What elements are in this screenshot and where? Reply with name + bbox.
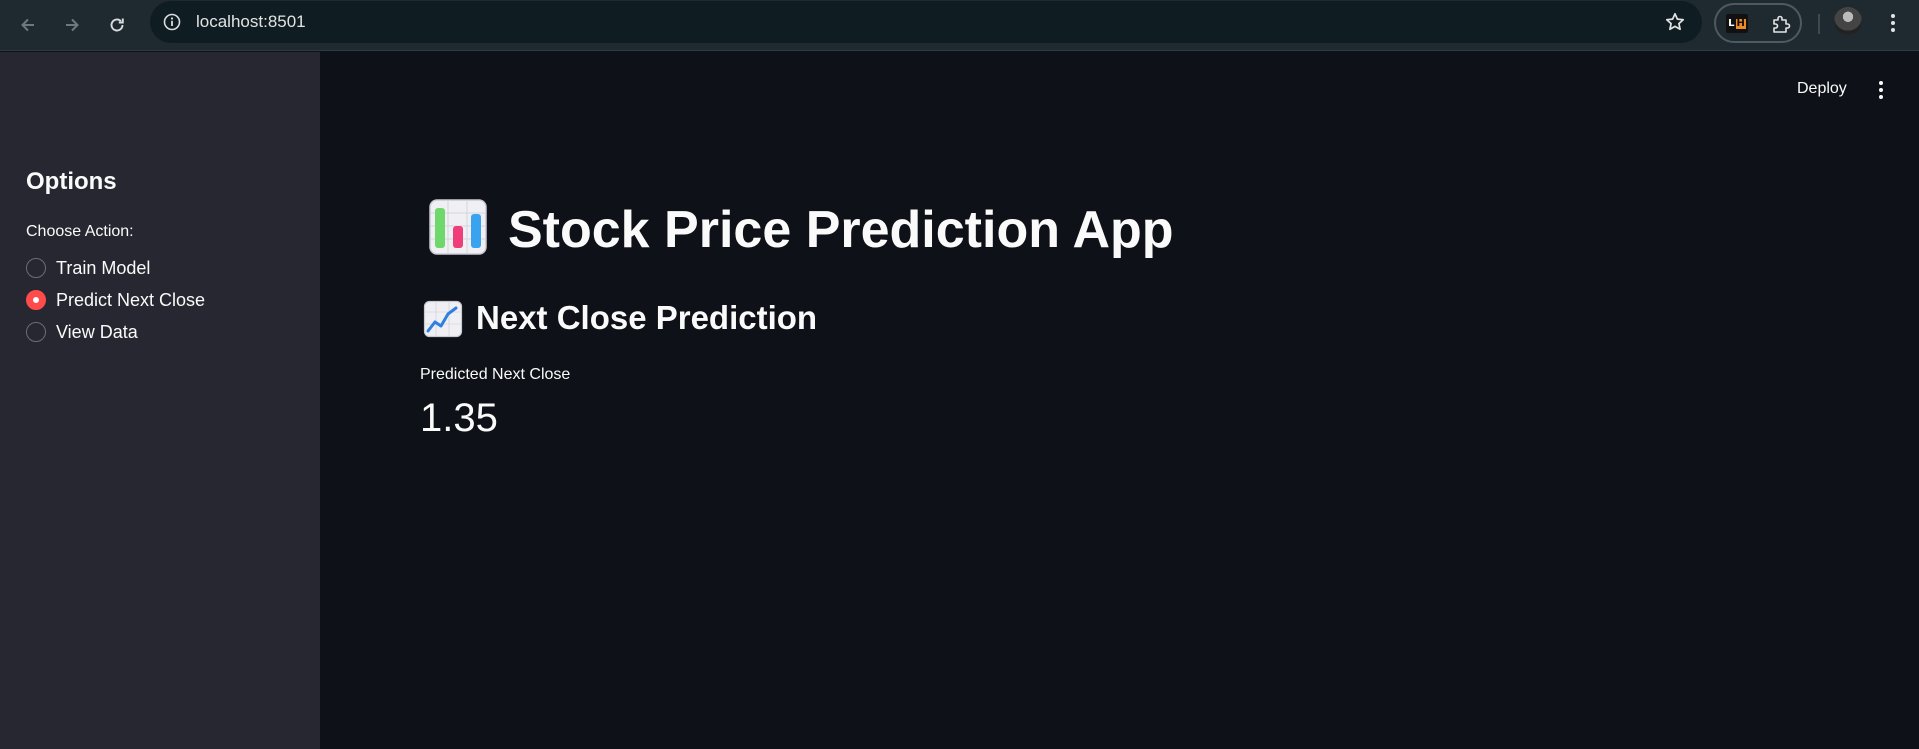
lighthouse-extension-icon[interactable]: LH [1726,14,1748,33]
arrow-left-icon [21,18,34,32]
radio-option-predict-next-close[interactable]: Predict Next Close [26,287,205,313]
radio-group-label: Choose Action: [26,223,134,240]
deploy-button[interactable]: Deploy [1797,80,1847,98]
radio-option-label: View Data [56,321,138,342]
bar-chart-icon [429,199,487,255]
extensions-puzzle-icon[interactable] [1770,13,1792,35]
browser-menu-icon[interactable] [1882,10,1904,36]
radio-option-label: Predict Next Close [56,289,206,310]
site-info-icon[interactable] [162,12,182,32]
page-title: Stock Price Prediction App [508,201,1174,259]
toolbar-divider [1818,14,1820,34]
arrow-right-icon [66,18,79,32]
sidebar [0,52,320,749]
radio-button-selected[interactable] [26,290,46,310]
reload-icon [110,18,124,32]
bookmark-star-icon[interactable] [1664,11,1686,33]
metric-label: Predicted Next Close [420,366,571,383]
address-bar[interactable]: localhost:8501 [150,1,1702,43]
forward-button[interactable] [57,10,87,40]
radio-button[interactable] [26,322,46,342]
extensions-group: LH [1714,3,1802,43]
sidebar-title: Options [26,168,117,195]
radio-option-view-data[interactable]: View Data [26,319,138,345]
browser-toolbar: localhost:8501 LH [0,0,1919,51]
section-subheader: Next Close Prediction [476,299,818,336]
url-text[interactable]: localhost:8501 [196,12,306,32]
radio-option-label: Train Model [56,257,151,278]
chart-increasing-icon [423,300,463,338]
back-button[interactable] [13,10,43,40]
reload-button[interactable] [102,10,132,40]
profile-avatar[interactable] [1834,7,1862,35]
radio-button[interactable] [26,258,46,278]
main-content [320,52,1919,749]
app-menu-icon[interactable] [1872,78,1890,102]
metric-value: 1.35 [420,396,498,440]
radio-option-train-model[interactable]: Train Model [26,255,150,281]
